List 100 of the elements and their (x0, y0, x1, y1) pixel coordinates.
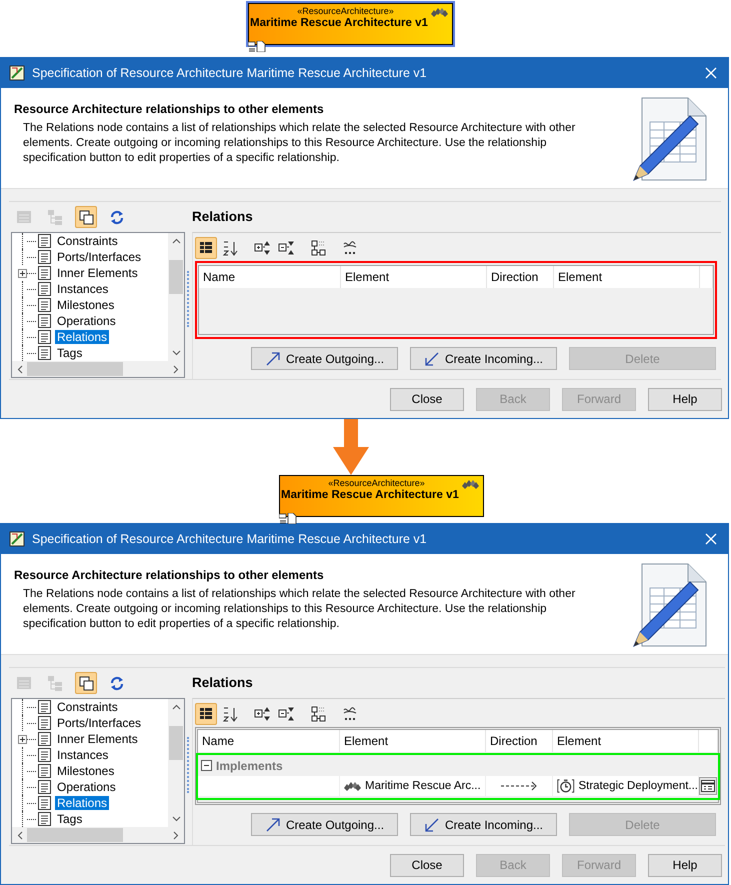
scroll-up-icon[interactable] (172, 704, 180, 710)
tree-item[interactable]: Ports/Interfaces (55, 716, 144, 730)
arrow-icon (424, 350, 440, 366)
scroll-down-icon[interactable] (172, 816, 180, 822)
window-title: Specification of Resource Architecture Maritime Rescue Architecture v1 (32, 532, 428, 546)
dialog-button[interactable]: Help (648, 854, 722, 876)
action-button[interactable]: Create Incoming... (410, 813, 557, 836)
refresh-icon (108, 208, 126, 226)
stereotype-label: «ResourceArchitecture» (327, 477, 426, 488)
specification-button[interactable] (699, 777, 717, 795)
action-button[interactable]: Create Incoming... (410, 347, 557, 370)
group-label: Implements (216, 758, 283, 772)
tree-item[interactable]: Tags (55, 346, 84, 360)
grid-button[interactable] (195, 703, 217, 725)
section-heading: Resource Architecture relationships to other elements (14, 568, 325, 582)
scroll-left-icon[interactable] (17, 364, 23, 374)
copy-button[interactable] (75, 672, 97, 694)
scroll-up-icon[interactable] (172, 238, 180, 244)
scroll-thumb[interactable] (169, 260, 183, 294)
document-icon (38, 812, 51, 826)
copy-icon (77, 674, 95, 692)
document-icon (38, 346, 51, 360)
table-view-icon (15, 674, 33, 692)
action-button[interactable]: Create Outgoing... (251, 347, 398, 370)
expand-icon[interactable] (18, 734, 27, 744)
markers-icon (279, 513, 297, 524)
arrow-icon (424, 816, 440, 832)
document-icon (38, 764, 51, 778)
collapse-all-icon (277, 239, 295, 257)
tree-item[interactable]: Relations (55, 796, 110, 810)
relations-heading: Relations (192, 674, 254, 692)
expand-all-icon (253, 705, 271, 723)
vertical-scrollbar[interactable] (168, 233, 184, 361)
window-title: Specification of Resource Architecture Maritime Rescue Architecture v1 (32, 66, 428, 80)
dialog-button[interactable]: Help (648, 388, 722, 410)
scroll-thumb[interactable] (27, 828, 123, 842)
tree-item[interactable]: Constraints (55, 234, 120, 248)
dialog-button[interactable]: Close (390, 388, 464, 410)
dashed-arrow-icon (500, 781, 538, 791)
scroll-down-icon[interactable] (172, 350, 180, 356)
tree-item[interactable]: Operations (55, 780, 118, 794)
stereotype-icon (430, 6, 449, 18)
tree-view-icon (46, 674, 64, 692)
scroll-thumb[interactable] (27, 362, 123, 376)
expand-icon[interactable] (18, 268, 27, 278)
collapse-all-icon (277, 705, 295, 723)
scroll-left-icon[interactable] (17, 830, 23, 840)
document-icon (38, 282, 51, 296)
tree-view-icon (46, 208, 64, 226)
collapse-icon[interactable] (201, 760, 212, 771)
stereotype-label: «ResourceArchitecture» (296, 5, 395, 16)
vertical-scrollbar[interactable] (168, 699, 184, 827)
description-text: The Relations node contains a list of relationships which relate the selected Resource Architecture with other elements. Create outgoing or incoming relationships to this Resource Architecture. Use the relationship specification button to edit properties of a specific relationship. (22, 587, 576, 632)
app-icon (9, 531, 25, 547)
tree-item[interactable]: Ports/Interfaces (55, 250, 144, 264)
text-icon (341, 705, 359, 723)
refresh-icon (108, 674, 126, 692)
section-heading: Resource Architecture relationships to other elements (14, 102, 325, 116)
stereotype-icon (461, 478, 480, 490)
splitter-handle[interactable] (187, 271, 189, 327)
diagram-block[interactable]: «ResourceArchitecture» Maritime Rescue Architecture v1 (277, 473, 486, 519)
diagram-block[interactable]: «ResourceArchitecture» Maritime Rescue Architecture v1 (246, 1, 455, 47)
document-icon (38, 796, 51, 810)
scroll-thumb[interactable] (169, 726, 183, 760)
sort-icon (221, 705, 239, 723)
action-button[interactable]: Create Outgoing... (251, 813, 398, 836)
table-view-icon (15, 208, 33, 226)
dialog-button[interactable]: Close (390, 854, 464, 876)
tree-item[interactable]: Tags (55, 812, 84, 826)
horizontal-scrollbar[interactable] (12, 361, 184, 377)
tree-item[interactable]: Milestones (55, 764, 116, 778)
tree-item[interactable]: Relations (55, 330, 110, 344)
app-icon (9, 65, 25, 81)
grid-button[interactable] (195, 237, 217, 259)
tree-item[interactable]: Operations (55, 314, 118, 328)
close-icon[interactable] (704, 532, 718, 546)
scroll-right-icon[interactable] (173, 830, 179, 840)
tree-item[interactable]: Inner Elements (55, 266, 140, 280)
text-icon (341, 239, 359, 257)
document-icon (38, 780, 51, 794)
description-text: The Relations node contains a list of relationships which relate the selected Resource Architecture with other elements. Create outgoing or incoming relationships to this Resource Architecture. Use the relationship specification button to edit properties of a specific relationship. (22, 121, 576, 166)
scroll-right-icon[interactable] (173, 364, 179, 374)
block-name: Maritime Rescue Architecture v1 (249, 16, 429, 29)
tree-item[interactable]: Milestones (55, 298, 116, 312)
document-icon (38, 716, 51, 730)
close-icon[interactable] (704, 66, 718, 80)
tree-item[interactable]: Instances (55, 282, 110, 296)
hierarchy-icon (309, 705, 327, 723)
document-icon (38, 314, 51, 328)
tree-item[interactable]: Constraints (55, 700, 120, 714)
copy-button[interactable] (75, 206, 97, 228)
document-icon (38, 250, 51, 264)
sort-icon (221, 239, 239, 257)
tree-item[interactable]: Instances (55, 748, 110, 762)
document-icon (38, 266, 51, 280)
tree-item[interactable]: Inner Elements (55, 732, 140, 746)
horizontal-scrollbar[interactable] (12, 827, 184, 843)
down-arrow-icon (333, 419, 369, 475)
document-icon (38, 748, 51, 762)
splitter-handle[interactable] (187, 737, 189, 793)
